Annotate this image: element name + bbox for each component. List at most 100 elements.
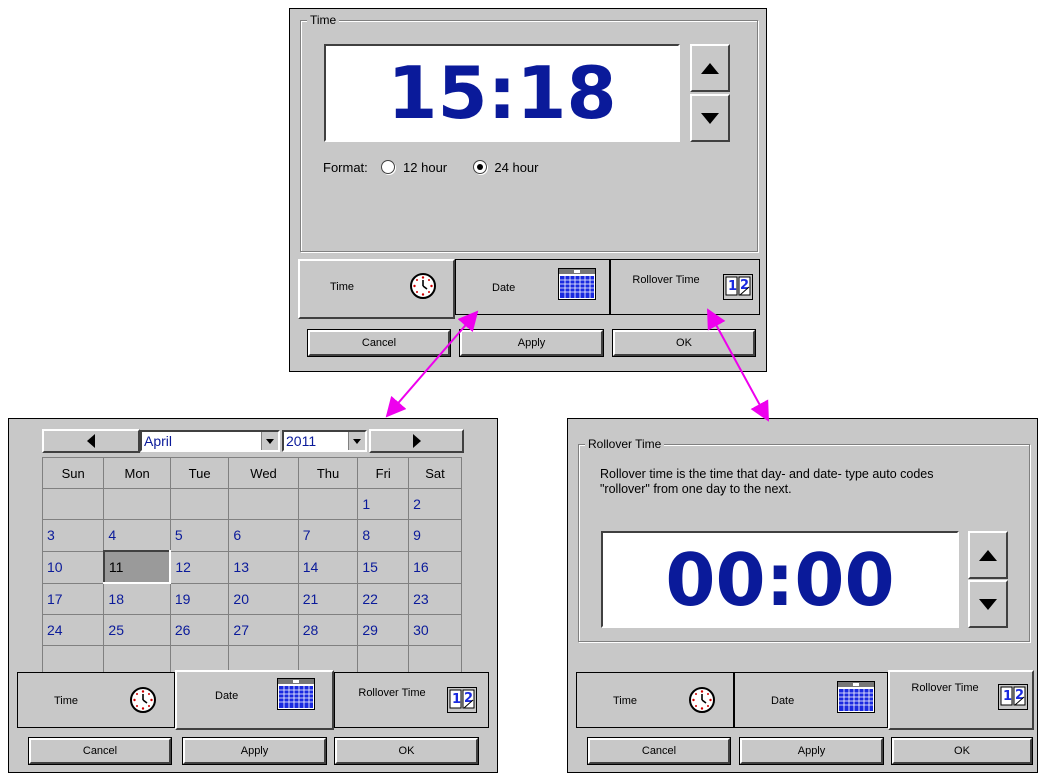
down-arrow-icon: [701, 112, 719, 124]
radio-24-hour-circle[interactable]: [472, 160, 487, 174]
radio-24-hour[interactable]: 24 hour: [472, 160, 539, 175]
weekday-header: Thu: [297, 457, 359, 489]
calendar-day[interactable]: 29: [357, 614, 410, 646]
ok-button[interactable]: OK: [891, 737, 1033, 765]
weekday-header: Sat: [408, 457, 462, 489]
apply-button-label: Apply: [517, 337, 546, 349]
clock-icon: [410, 273, 436, 299]
calendar-day[interactable]: 6: [228, 519, 299, 552]
cancel-button[interactable]: Cancel: [587, 737, 731, 765]
tab-date-label: Date: [215, 690, 239, 702]
rollover-dialog: Rollover Time Rollover time is the time …: [567, 418, 1038, 773]
time-down-button[interactable]: [690, 94, 730, 142]
cancel-button-label: Cancel: [641, 745, 677, 757]
tab-time[interactable]: Time: [298, 259, 455, 319]
calendar-week-row: 10 11 12 13 14 15 16: [41, 550, 462, 584]
calendar-day[interactable]: 4: [103, 519, 171, 552]
tab-rollover-label: Rollover Time: [358, 687, 426, 699]
weekday-header-row: Sun Mon Tue Wed Thu Fri Sat: [41, 457, 462, 489]
calendar-day[interactable]: [41, 488, 105, 520]
calendar-day[interactable]: 24: [41, 614, 105, 646]
calendar-day[interactable]: 3: [41, 519, 105, 552]
next-month-button[interactable]: [369, 429, 464, 453]
prev-month-button[interactable]: [42, 429, 140, 453]
apply-button[interactable]: Apply: [459, 329, 604, 357]
rollover-description: Rollover time is the time that day- and …: [600, 467, 934, 496]
format-row: Format: 12 hour 24 hour: [323, 160, 538, 175]
calendar-day[interactable]: [103, 488, 171, 520]
tab-time-label: Time: [330, 281, 355, 293]
calendar-day[interactable]: 5: [169, 519, 230, 552]
calendar-day[interactable]: 23: [408, 582, 462, 615]
rollover-icon: 1 2: [447, 687, 477, 713]
svg-text:1: 1: [1003, 689, 1012, 704]
calendar-day[interactable]: 9: [408, 519, 462, 552]
cancel-button[interactable]: Cancel: [28, 737, 172, 765]
calendar-day[interactable]: [169, 488, 230, 520]
calendar-day[interactable]: 7: [297, 519, 359, 552]
clock-icon: [689, 687, 715, 713]
rollover-time-value: 00:00: [665, 537, 895, 622]
calendar-day[interactable]: 15: [357, 550, 410, 584]
calendar-day-selected[interactable]: 11: [102, 550, 172, 584]
calendar-day[interactable]: 13: [228, 550, 299, 584]
ok-button-label: OK: [676, 337, 692, 349]
calendar-day[interactable]: 14: [297, 550, 359, 584]
tab-time[interactable]: Time: [17, 672, 175, 728]
cancel-button-label: Cancel: [82, 745, 118, 757]
cancel-button[interactable]: Cancel: [307, 329, 451, 357]
apply-button[interactable]: Apply: [739, 737, 884, 765]
radio-12-hour-label: 12 hour: [403, 160, 448, 175]
time-up-button[interactable]: [690, 44, 730, 92]
month-select[interactable]: April: [140, 430, 280, 452]
rollover-icon: 1 2: [998, 684, 1028, 710]
tab-date[interactable]: Date: [175, 670, 334, 730]
calendar-week-row: 17 18 19 20 21 22 23: [41, 582, 462, 615]
calendar-day[interactable]: 30: [408, 614, 462, 646]
year-select[interactable]: 2011: [282, 430, 367, 452]
format-label: Format:: [323, 160, 368, 175]
tab-rollover[interactable]: Rollover Time 1 2: [610, 259, 760, 315]
rollover-up-button[interactable]: [968, 531, 1008, 579]
radio-24-hour-label: 24 hour: [494, 160, 539, 175]
apply-button[interactable]: Apply: [182, 737, 327, 765]
calendar-week-row: 3 4 5 6 7 8 9: [41, 519, 462, 552]
calendar-day[interactable]: 18: [103, 582, 171, 615]
calendar-day[interactable]: 16: [408, 550, 462, 584]
calendar-day[interactable]: 12: [169, 550, 230, 584]
rollover-time-display[interactable]: 00:00: [601, 531, 959, 628]
calendar-day[interactable]: 1: [357, 488, 410, 520]
month-value: April: [144, 433, 173, 449]
ok-button[interactable]: OK: [612, 329, 756, 357]
calendar-icon: [558, 268, 596, 300]
calendar-day[interactable]: 2: [408, 488, 462, 520]
dropdown-arrow-icon[interactable]: [348, 432, 365, 450]
calendar-day[interactable]: 28: [297, 614, 359, 646]
radio-12-hour-circle[interactable]: [381, 160, 396, 174]
radio-12-hour[interactable]: 12 hour: [381, 160, 450, 175]
rollover-down-button[interactable]: [968, 580, 1008, 628]
tab-rollover[interactable]: Rollover Time 1 2: [888, 670, 1034, 730]
calendar-day[interactable]: 20: [228, 582, 299, 615]
tab-date[interactable]: Date: [734, 672, 888, 728]
tab-date[interactable]: Date: [455, 259, 610, 315]
dropdown-arrow-icon[interactable]: [261, 432, 278, 450]
calendar-day[interactable]: 26: [169, 614, 230, 646]
calendar-day[interactable]: 10: [41, 550, 105, 584]
calendar-day[interactable]: 21: [297, 582, 359, 615]
time-display[interactable]: 15:18: [324, 44, 680, 142]
calendar-icon: [837, 681, 875, 713]
right-arrow-icon: [412, 434, 421, 448]
ok-button[interactable]: OK: [334, 737, 479, 765]
calendar-day[interactable]: 17: [41, 582, 105, 615]
calendar-day[interactable]: 25: [103, 614, 171, 646]
calendar-day[interactable]: 27: [228, 614, 299, 646]
calendar-day[interactable]: 19: [169, 582, 230, 615]
calendar-day[interactable]: [228, 488, 299, 520]
calendar-day[interactable]: 22: [357, 582, 410, 615]
tab-time[interactable]: Time: [576, 672, 734, 728]
calendar-day[interactable]: 8: [357, 519, 410, 552]
down-arrow-icon: [979, 598, 997, 610]
calendar-day[interactable]: [297, 488, 359, 520]
tab-rollover[interactable]: Rollover Time 1 2: [334, 672, 489, 728]
